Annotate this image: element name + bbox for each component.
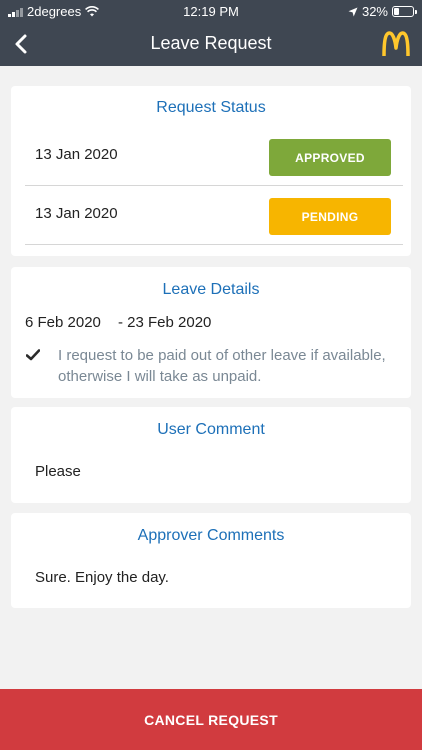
navigation-bar: Leave Request xyxy=(0,22,422,66)
leave-payment-note: I request to be paid out of other leave … xyxy=(58,347,386,385)
approver-comments-heading: Approver Comments xyxy=(137,527,285,544)
status-bar: 2degrees 12:19 PM 32% xyxy=(0,0,422,22)
location-arrow-icon xyxy=(348,7,358,16)
battery-percent: 32% xyxy=(361,4,388,19)
status-badge-approved: APPROVED xyxy=(269,139,391,176)
page-title: Leave Request xyxy=(150,33,272,53)
leave-details-heading: Leave Details xyxy=(162,281,260,298)
status-badge-pending: PENDING xyxy=(269,198,391,235)
status-date: 13 Jan 2020 xyxy=(35,205,118,222)
battery-icon xyxy=(392,6,417,17)
status-indicators: 32% xyxy=(348,4,417,19)
approver-comment-text: Sure. Enjoy the day. xyxy=(35,569,169,586)
checkmark-icon xyxy=(26,349,40,361)
status-row: 13 Jan 2020 APPROVED xyxy=(25,128,403,186)
golden-arches-logo-icon xyxy=(382,31,410,57)
request-status-heading: Request Status xyxy=(156,99,266,116)
leave-details-card: Leave Details 6 Feb 2020 - 23 Feb 2020 I… xyxy=(11,267,411,398)
leave-start-date: 6 Feb 2020 xyxy=(25,314,101,331)
request-status-card: Request Status 13 Jan 2020 APPROVED 13 J… xyxy=(11,86,411,256)
battery-level xyxy=(394,8,399,15)
cancel-request-button[interactable]: CANCEL REQUEST xyxy=(0,689,422,750)
leave-end-date: - 23 Feb 2020 xyxy=(118,314,212,331)
approver-comments-card: Approver Comments Sure. Enjoy the day. xyxy=(11,513,411,608)
user-comment-card: User Comment Please xyxy=(11,407,411,503)
user-comment-heading: User Comment xyxy=(157,421,265,438)
status-row: 13 Jan 2020 PENDING xyxy=(25,187,403,245)
user-comment-text: Please xyxy=(35,463,81,480)
status-date: 13 Jan 2020 xyxy=(35,146,118,163)
